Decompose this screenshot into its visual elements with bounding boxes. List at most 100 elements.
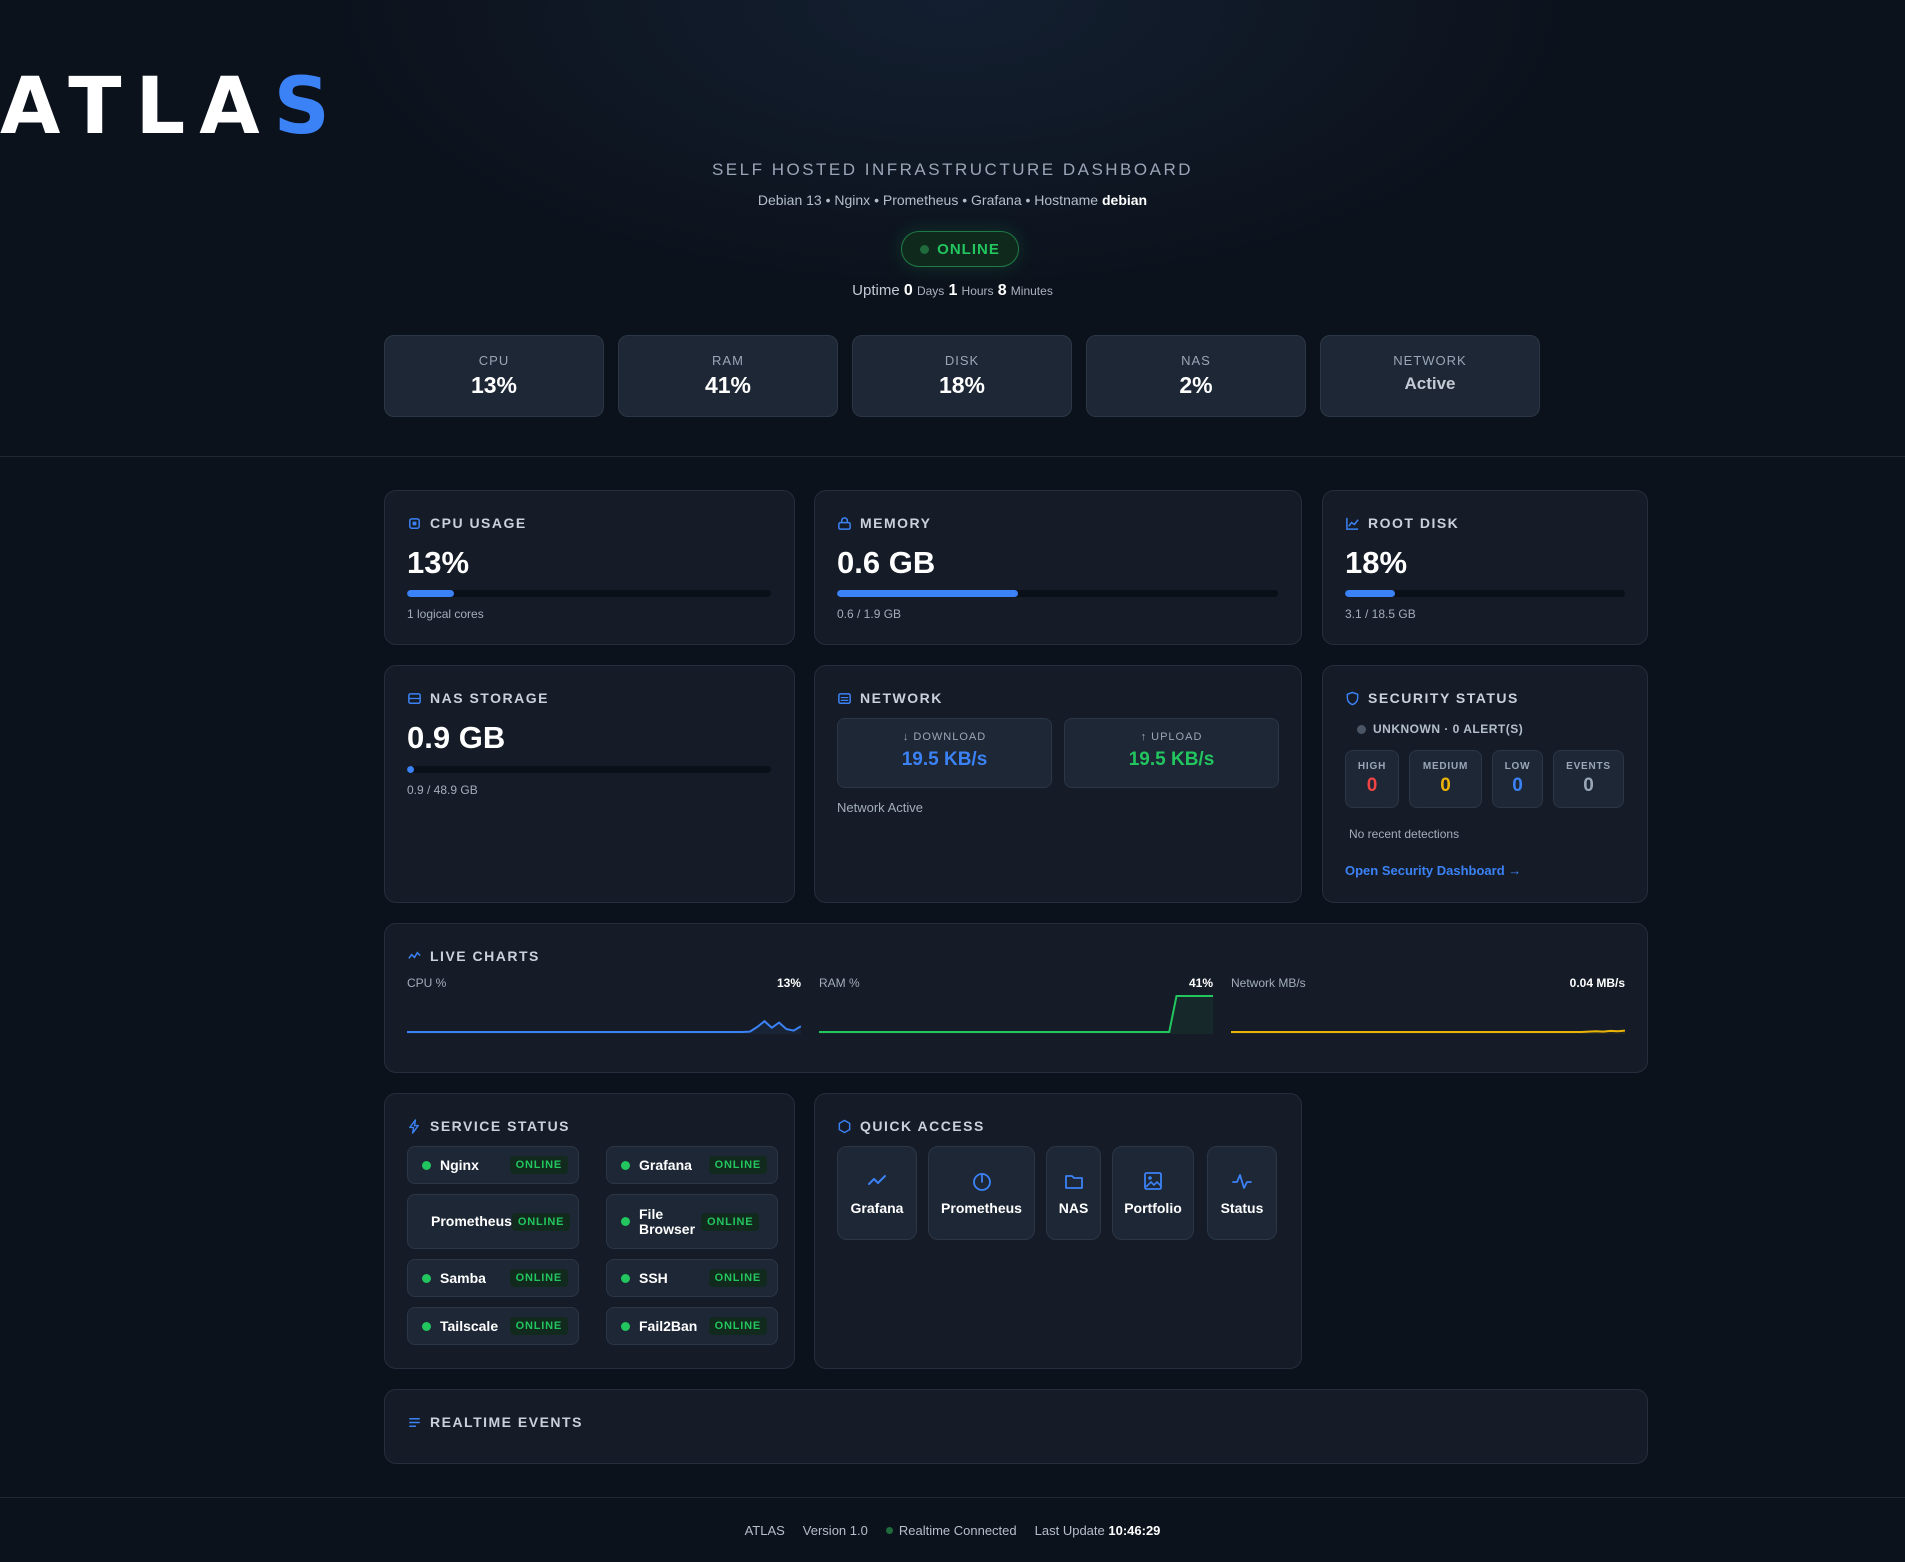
network-chart-current: 0.04 MB/s bbox=[1569, 976, 1625, 990]
tile-value: Active bbox=[1404, 374, 1456, 393]
tile-label: RAM bbox=[712, 353, 744, 368]
pulse-icon bbox=[1232, 1174, 1252, 1189]
sparkline-series-line bbox=[407, 1019, 801, 1033]
cpu-value: 13% bbox=[407, 545, 470, 580]
uptime: Uptime 0 Days 1 Hours 8 Minutes bbox=[0, 282, 1905, 300]
card-title: CPU USAGE bbox=[430, 515, 527, 531]
uptime-hours: 1 bbox=[948, 282, 958, 299]
cpu-progress-fill bbox=[407, 590, 455, 597]
chart-icon bbox=[1346, 517, 1359, 530]
tile-label: NETWORK bbox=[1393, 353, 1467, 368]
service-ssh: SSH ONLINE bbox=[606, 1259, 778, 1297]
quick-access-label: Prometheus bbox=[941, 1200, 1022, 1216]
sparkline-area bbox=[819, 996, 1213, 1034]
cpu-chart-label: CPU % bbox=[407, 976, 447, 990]
status-dot-icon bbox=[621, 1217, 630, 1226]
cpu-cores-note: 1 logical cores bbox=[407, 607, 484, 621]
status-dot-icon bbox=[422, 1160, 431, 1170]
status-dot-icon bbox=[422, 1273, 431, 1283]
footer-version: Version 1.0 bbox=[802, 1522, 868, 1538]
nas-usage-note: 0.9 / 48.9 GB bbox=[407, 783, 478, 797]
card-title: SERVICE STATUS bbox=[430, 1118, 571, 1134]
online-status-text: ONLINE bbox=[937, 240, 1000, 258]
tile-label: NAS bbox=[1181, 353, 1211, 368]
disk-value: 18% bbox=[1345, 545, 1408, 580]
upload-value: 19.5 KB/s bbox=[1128, 749, 1215, 770]
status-dot-icon bbox=[621, 1273, 630, 1283]
severity-high: HIGH 0 bbox=[1345, 750, 1399, 808]
summary-tile-network: NETWORK Active bbox=[1320, 335, 1540, 417]
upload-box: ↑ UPLOAD 19.5 KB/s bbox=[1064, 718, 1279, 788]
quick-access-nas[interactable]: NAS bbox=[1046, 1146, 1101, 1240]
tile-value: 41% bbox=[704, 372, 752, 398]
ram-chart-current: 41% bbox=[1188, 976, 1213, 990]
uptime-label: Uptime bbox=[852, 282, 900, 299]
tile-label: DISK bbox=[944, 353, 980, 368]
tile-label: CPU bbox=[478, 353, 510, 368]
card-header: MEMORY bbox=[837, 515, 931, 531]
quick-access-status[interactable]: Status bbox=[1207, 1146, 1277, 1240]
card-header: SECURITY STATUS bbox=[1345, 690, 1519, 706]
status-badge: ONLINE bbox=[708, 1317, 767, 1335]
lock-icon bbox=[838, 516, 851, 530]
app-subtitle: SELF HOSTED INFRASTRUCTURE DASHBOARD bbox=[711, 160, 1194, 179]
severity-label: EVENTS bbox=[1566, 761, 1611, 772]
status-badge: ONLINE bbox=[708, 1269, 767, 1287]
uptime-minutes-label: Minutes bbox=[1010, 284, 1053, 298]
card-title: QUICK ACCESS bbox=[860, 1118, 985, 1134]
ram-sparkline bbox=[819, 995, 1213, 1034]
power-icon bbox=[972, 1173, 991, 1191]
severity-label: MEDIUM bbox=[1422, 761, 1469, 772]
quick-access-prometheus[interactable]: Prometheus bbox=[928, 1146, 1035, 1240]
realtime-events-card: REALTIME EVENTS bbox=[384, 1389, 1648, 1464]
service-status-card: SERVICE STATUS Nginx ONLINE Grafana ONLINE… bbox=[384, 1093, 795, 1369]
status-badge: ONLINE bbox=[509, 1156, 568, 1174]
quick-access-label: NAS bbox=[1058, 1200, 1089, 1216]
upload-label: ↑ UPLOAD bbox=[1140, 731, 1203, 743]
open-security-dashboard-link[interactable]: Open Security Dashboard → bbox=[1345, 863, 1521, 878]
service-name: Fail2Ban bbox=[639, 1317, 698, 1334]
hexagon-icon bbox=[838, 1119, 851, 1133]
trend-icon bbox=[868, 1175, 886, 1185]
card-title: NAS STORAGE bbox=[430, 690, 549, 706]
card-header: LIVE CHARTS bbox=[407, 948, 540, 964]
uptime-hours-label: Hours bbox=[961, 284, 994, 298]
status-dot-icon bbox=[1357, 724, 1366, 734]
stack-info: Debian 13 • Nginx • Prometheus • Grafana… bbox=[0, 192, 1905, 208]
status-badge: ONLINE bbox=[708, 1156, 767, 1174]
severity-value: 0 bbox=[1440, 775, 1451, 796]
severity-events: EVENTS 0 bbox=[1553, 750, 1624, 808]
service-name: Prometheus bbox=[431, 1213, 512, 1229]
card-title: NETWORK bbox=[860, 690, 943, 706]
quick-access-grafana[interactable]: Grafana bbox=[837, 1146, 917, 1240]
severity-value: 0 bbox=[1512, 775, 1523, 796]
cpu-progress-bar bbox=[407, 590, 771, 597]
nas-storage-card: NAS STORAGE 0.9 GB 0.9 / 48.9 GB bbox=[384, 665, 795, 903]
service-samba: Samba ONLINE bbox=[407, 1259, 579, 1297]
service-name: SSH bbox=[639, 1269, 668, 1286]
title-main: ATLA bbox=[0, 62, 274, 152]
sparkline-series-line bbox=[819, 995, 1213, 1033]
memory-progress-bar bbox=[837, 590, 1278, 597]
service-name: Samba bbox=[440, 1269, 486, 1286]
quick-access-label: Grafana bbox=[850, 1200, 904, 1216]
connection-dot-icon bbox=[885, 1526, 893, 1534]
uptime-days-label: Days bbox=[916, 284, 945, 298]
network-icon bbox=[838, 692, 851, 704]
service-fail2ban: Fail2Ban ONLINE bbox=[606, 1307, 778, 1345]
severity-low: LOW 0 bbox=[1492, 750, 1543, 808]
card-header: QUICK ACCESS bbox=[837, 1118, 985, 1134]
network-status-note: Network Active bbox=[837, 800, 923, 815]
card-header: NAS STORAGE bbox=[407, 690, 549, 706]
footer: ATLAS Version 1.0 Realtime Connected Las… bbox=[0, 1497, 1905, 1562]
severity-value: 0 bbox=[1583, 775, 1594, 796]
status-dot-icon bbox=[621, 1321, 630, 1331]
card-header: SERVICE STATUS bbox=[407, 1118, 570, 1134]
quick-access-portfolio[interactable]: Portfolio bbox=[1112, 1146, 1194, 1240]
card-header: CPU USAGE bbox=[407, 515, 527, 531]
chip-icon bbox=[409, 517, 420, 529]
title-accent: S bbox=[273, 62, 344, 152]
online-status-pill: ONLINE bbox=[901, 231, 1019, 267]
image-icon bbox=[1144, 1172, 1162, 1190]
footer-app-name: ATLAS bbox=[744, 1522, 785, 1538]
